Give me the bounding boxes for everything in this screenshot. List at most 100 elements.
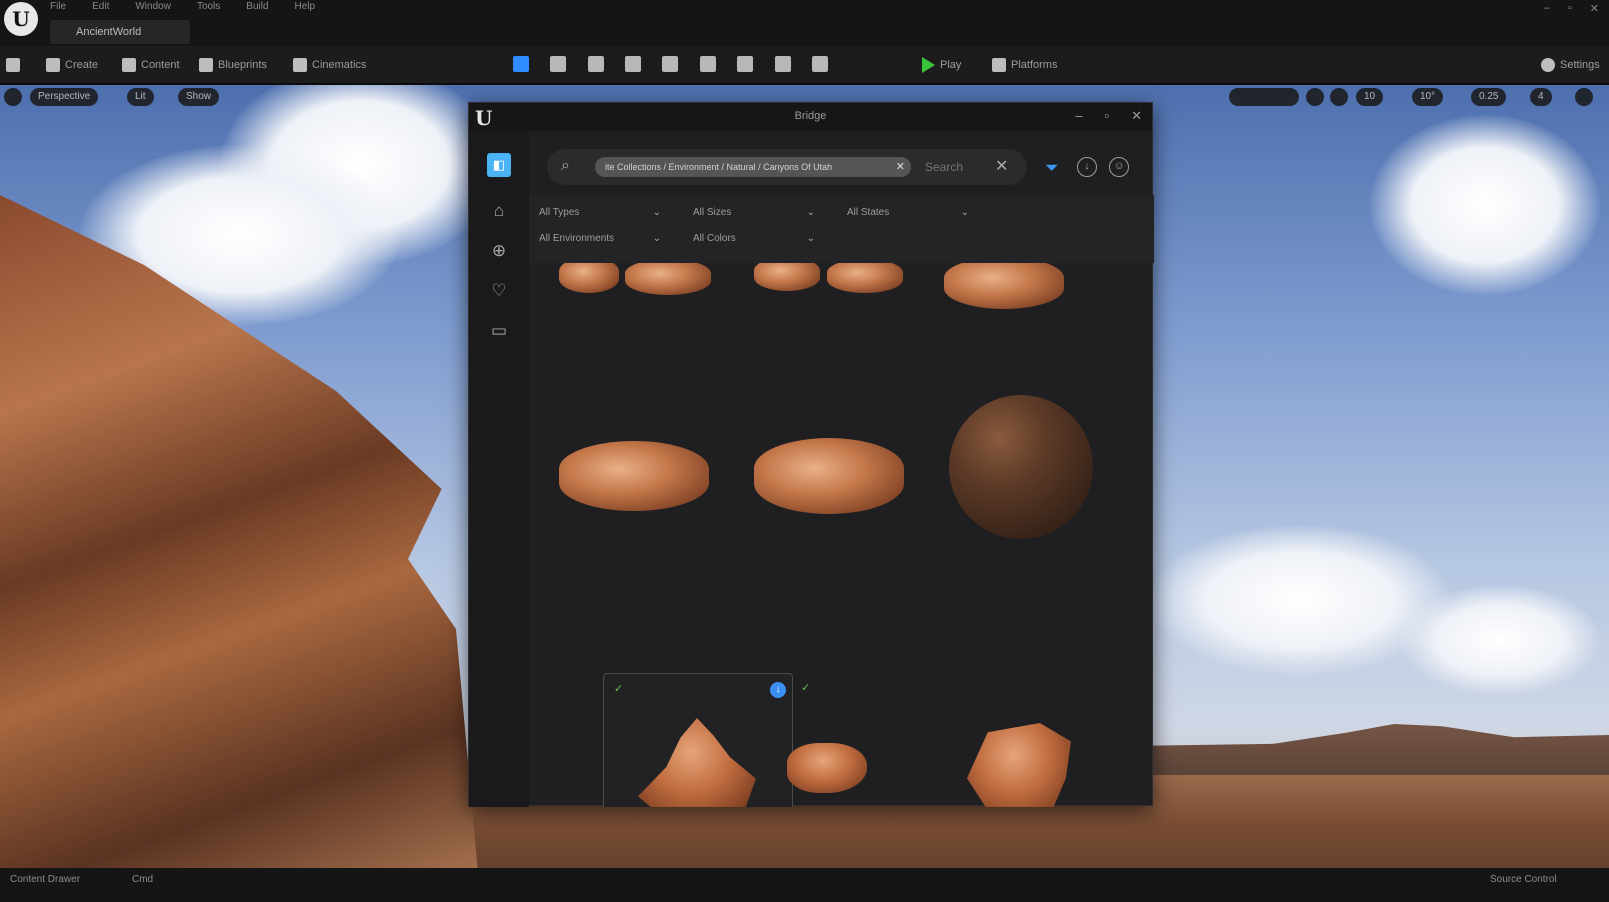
account-icon[interactable]: ☺ — [1109, 157, 1129, 177]
size-filter-dropdown[interactable]: All Sizes ⌄ — [693, 207, 833, 225]
blueprints-button[interactable]: Blueprints — [199, 55, 267, 75]
asset-thumbnail[interactable] — [967, 723, 1071, 807]
project-tab[interactable]: AncientWorld — [50, 20, 190, 44]
bridge-minimize-icon[interactable]: – — [1075, 108, 1082, 124]
home-icon[interactable]: ⌂ — [489, 201, 509, 221]
asset-thumbnail[interactable] — [949, 395, 1093, 539]
favorites-icon[interactable]: ♡ — [489, 281, 509, 301]
bridge-maximize-icon[interactable]: ▫ — [1104, 108, 1109, 124]
search-icon: ⌕ — [561, 157, 570, 174]
menu-tools[interactable]: Tools — [197, 1, 220, 12]
select-mode-icon[interactable] — [513, 56, 529, 72]
size-filter-label: All Sizes — [693, 207, 732, 218]
viewport-menu-icon[interactable] — [4, 88, 22, 106]
search-input[interactable] — [925, 157, 995, 177]
remove-chip-icon[interactable]: ✕ — [896, 157, 905, 177]
source-control-button[interactable]: Source Control — [1490, 874, 1557, 885]
play-label: Play — [940, 59, 962, 71]
world-local-icon[interactable] — [1330, 88, 1348, 106]
main-menu: File Edit Window Tools Build Help — [50, 1, 315, 12]
lit-button[interactable]: Lit — [127, 88, 154, 106]
scale-snap-button[interactable]: 0.25 — [1471, 88, 1507, 106]
collection-filter-chip[interactable]: ite Collections / Environment / Natural … — [595, 157, 911, 177]
add-to-project-icon[interactable]: ↓ — [770, 682, 786, 698]
fracture-mode-icon[interactable] — [700, 56, 716, 72]
clear-search-icon[interactable]: ✕ — [995, 156, 1008, 176]
asset-grid: ✓ ↓ ♡ ✓ — [529, 263, 1144, 807]
modeling-mode-icon[interactable] — [662, 56, 678, 72]
minimize-icon[interactable]: – — [1544, 2, 1550, 15]
transform-tools[interactable] — [1229, 88, 1299, 106]
landscape-mode-icon[interactable] — [550, 56, 566, 72]
foliage-mode-icon[interactable] — [588, 56, 604, 72]
menu-file[interactable]: File — [50, 1, 66, 12]
mesh-paint-icon[interactable] — [625, 56, 641, 72]
type-filter-dropdown[interactable]: All Types ⌄ — [539, 207, 679, 225]
asset-thumbnail[interactable] — [754, 263, 820, 291]
chevron-down-icon: ⌄ — [960, 207, 969, 218]
asset-thumbnail[interactable] — [754, 438, 904, 514]
play-button[interactable]: Play — [922, 55, 961, 75]
maximize-viewport-icon[interactable] — [1575, 88, 1593, 106]
color-filter-dropdown[interactable]: All Colors ⌄ — [693, 233, 833, 251]
color-filter-label: All Colors — [693, 233, 736, 244]
state-filter-dropdown[interactable]: All States ⌄ — [847, 207, 987, 225]
environment-filter-dropdown[interactable]: All Environments ⌄ — [539, 233, 679, 251]
globe-icon[interactable]: ⊕ — [489, 241, 509, 261]
menu-build[interactable]: Build — [246, 1, 268, 12]
asset-thumbnail[interactable] — [559, 441, 709, 511]
content-label: Content — [141, 59, 180, 71]
build-icon[interactable] — [812, 56, 828, 72]
asset-thumbnail[interactable] — [787, 743, 867, 793]
asset-thumbnail[interactable] — [625, 263, 711, 295]
bridge-search-bar: ⌕ ite Collections / Environment / Natura… — [547, 149, 1027, 185]
platforms-button[interactable]: Platforms — [992, 55, 1057, 75]
platforms-icon — [992, 58, 1006, 72]
menu-window[interactable]: Window — [135, 1, 171, 12]
brush-edit-icon[interactable] — [737, 56, 753, 72]
local-library-icon[interactable]: ▭ — [489, 321, 509, 341]
bridge-nav-rail: ◧ ⌂ ⊕ ♡ ▭ — [469, 131, 529, 807]
clapperboard-icon — [293, 58, 307, 72]
megascans-icon[interactable]: ◧ — [487, 153, 511, 177]
bridge-titlebar[interactable]: U Bridge – ▫ ✕ — [469, 103, 1152, 131]
content-button[interactable]: Content — [122, 55, 180, 75]
camera-speed-button[interactable]: 4 — [1530, 88, 1552, 106]
save-icon — [6, 58, 20, 72]
grid-snap-button[interactable]: 10 — [1356, 88, 1384, 106]
animation-mode-icon[interactable] — [775, 56, 791, 72]
cmd-button[interactable]: Cmd — [132, 874, 153, 885]
asset-thumbnail[interactable] — [827, 263, 903, 293]
content-drawer-button[interactable]: Content Drawer — [10, 874, 80, 885]
menu-edit[interactable]: Edit — [92, 1, 109, 12]
save-button[interactable] — [6, 55, 20, 75]
bridge-window: U Bridge – ▫ ✕ ◧ ⌂ ⊕ ♡ ▭ ⌕ ite Collectio… — [468, 102, 1154, 807]
environment-filter-label: All Environments — [539, 233, 615, 244]
downloaded-check-icon: ✓ — [614, 683, 624, 695]
create-button[interactable]: Create — [46, 55, 98, 75]
filter-icon[interactable]: ⏷ — [1045, 158, 1059, 178]
platforms-label: Platforms — [1011, 59, 1058, 71]
asset-thumbnail — [638, 718, 756, 807]
create-label: Create — [65, 59, 99, 71]
menu-help[interactable]: Help — [295, 1, 316, 12]
bridge-close-icon[interactable]: ✕ — [1131, 108, 1142, 124]
show-button[interactable]: Show — [178, 88, 220, 106]
settings-button[interactable]: Settings — [1541, 55, 1600, 75]
download-icon[interactable]: ↓ — [1077, 157, 1097, 177]
maximize-icon[interactable]: ▫ — [1568, 2, 1572, 15]
settings-label: Settings — [1560, 59, 1600, 71]
asset-card-selected[interactable]: ✓ ↓ ♡ — [603, 673, 793, 807]
cinematics-label: Cinematics — [312, 59, 367, 71]
cinematics-button[interactable]: Cinematics — [293, 55, 366, 75]
asset-thumbnail[interactable] — [944, 263, 1064, 309]
asset-thumbnail[interactable] — [559, 263, 619, 293]
rotation-snap-button[interactable]: 10° — [1412, 88, 1444, 106]
bridge-title: Bridge — [794, 110, 827, 122]
perspective-button[interactable]: Perspective — [30, 88, 99, 106]
close-icon[interactable]: ✕ — [1590, 2, 1599, 15]
content-icon — [122, 58, 136, 72]
chevron-down-icon: ⌄ — [652, 233, 661, 244]
surface-snap-icon[interactable] — [1306, 88, 1324, 106]
window-controls: – ▫ ✕ — [1544, 2, 1599, 15]
